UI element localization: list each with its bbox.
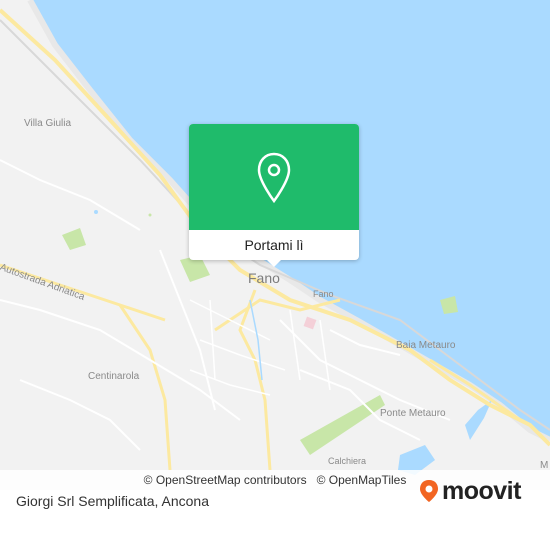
map-view[interactable]: Villa Giulia Autostrada Adriatica Centin…	[0, 0, 550, 550]
place-title: Giorgi Srl Semplificata, Ancona	[16, 493, 209, 509]
label-calchiera: Calchiera	[328, 456, 367, 466]
brand-name: moovit	[442, 476, 521, 505]
popup-tail	[267, 260, 281, 267]
popup-header	[189, 124, 359, 230]
label-villa-giulia: Villa Giulia	[24, 118, 72, 129]
brand-logo[interactable]: moovit	[418, 476, 521, 506]
city-label: Fano	[248, 270, 280, 286]
location-popup: Portami lì	[189, 124, 359, 267]
omt-attribution-link[interactable]: © OpenMapTiles	[317, 473, 407, 487]
label-ponte-metauro: Ponte Metauro	[380, 408, 446, 419]
label-centinarola: Centinarola	[88, 371, 140, 382]
label-baia-metauro: Baia Metauro	[396, 340, 456, 351]
osm-attribution-link[interactable]: © OpenStreetMap contributors	[144, 473, 307, 487]
location-pin-icon	[255, 151, 293, 205]
moovit-logo-icon	[420, 480, 438, 502]
label-fano-station: Fano	[313, 289, 334, 299]
directions-button[interactable]: Portami lì	[189, 230, 359, 260]
